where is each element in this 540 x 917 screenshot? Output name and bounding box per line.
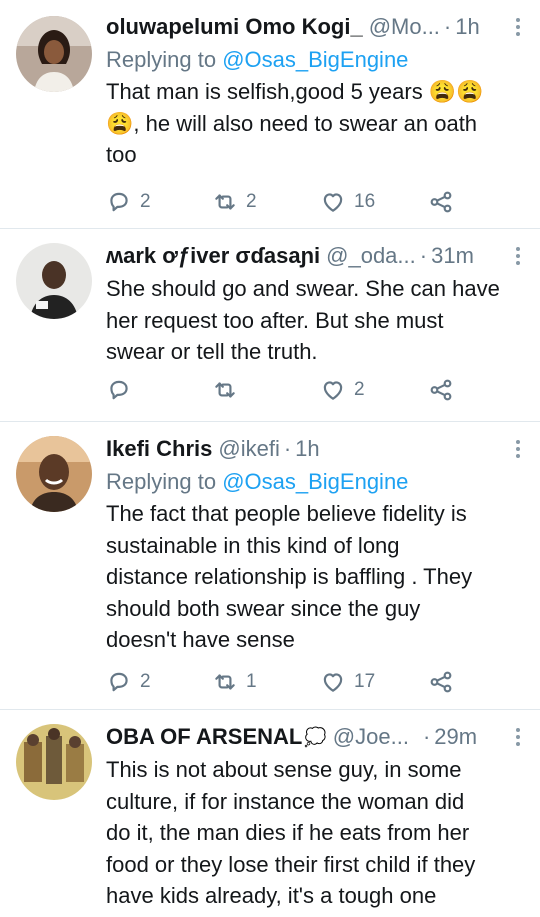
share-icon <box>428 377 454 403</box>
heart-icon <box>320 377 346 403</box>
avatar[interactable] <box>16 243 92 319</box>
retweet-icon <box>212 669 238 695</box>
share-button[interactable] <box>428 377 454 403</box>
avatar[interactable] <box>16 436 92 512</box>
like-count: 17 <box>354 671 376 692</box>
tweet-text-line: do it, the man dies if he eats from her <box>106 820 470 845</box>
tweet-text: She should go and swear. She can have he… <box>106 273 526 368</box>
like-button[interactable]: 2 <box>320 377 365 403</box>
like-count: 16 <box>354 191 376 212</box>
tweet[interactable]: oluwapelumi Omo Kogi_ @Mo... · 1h Replyi… <box>0 0 540 228</box>
reply-button[interactable]: 2 <box>106 669 151 695</box>
retweet-count: 1 <box>246 671 257 692</box>
replying-prefix: Replying to <box>106 47 217 72</box>
username[interactable]: @_oda... <box>326 243 416 269</box>
username[interactable]: @ikefi <box>218 436 279 462</box>
separator: · <box>419 243 428 268</box>
tweet-text-line: 😩, he will also need to swear an oath <box>106 110 478 136</box>
display-name[interactable]: oluwapelumi Omo Kogi_ <box>106 14 363 40</box>
share-icon <box>428 189 454 215</box>
replying-to: Replying to @Osas_BigEngine <box>106 44 526 76</box>
tweet[interactable]: Ikefi Chris @ikefi · 1h Replying to @Osa… <box>0 422 540 709</box>
like-count: 2 <box>354 379 365 400</box>
like-button[interactable]: 17 <box>320 669 375 695</box>
tweet-text-line: That man is selfish,good 5 years 😩😩 <box>106 79 484 104</box>
retweet-button[interactable]: 1 <box>212 669 257 695</box>
retweet-button[interactable] <box>212 377 246 403</box>
tweet-actions: 2 <box>106 375 526 405</box>
reply-count: 2 <box>140 671 151 692</box>
replying-prefix: Replying to <box>106 469 217 494</box>
tweet-text: The fact that people believe fidelity is… <box>106 498 526 656</box>
tweet-text-line: The fact that people believe fidelity is <box>106 501 467 526</box>
separator: · <box>283 436 292 461</box>
reply-count: 2 <box>140 191 151 212</box>
separator: · <box>422 724 431 749</box>
timestamp[interactable]: 31m <box>431 243 474 269</box>
tweet-text-line: She should go and swear. She can have <box>106 276 500 301</box>
reply-button[interactable] <box>106 377 140 403</box>
tweet-actions: 2 2 16 <box>106 187 526 217</box>
display-name[interactable]: OBA OF ARSENAL <box>106 724 302 750</box>
avatar[interactable] <box>16 16 92 92</box>
display-name[interactable]: ʍark ơƒiver σɗasaɲi <box>106 243 320 269</box>
like-button[interactable]: 16 <box>320 189 375 215</box>
share-button[interactable] <box>428 669 454 695</box>
reply-button[interactable]: 2 <box>106 189 151 215</box>
share-icon <box>428 669 454 695</box>
tweet-header: Ikefi Chris @ikefi · 1h <box>106 432 526 466</box>
reply-icon <box>106 377 132 403</box>
display-name[interactable]: Ikefi Chris <box>106 436 212 462</box>
replying-to: Replying to @Osas_BigEngine <box>106 466 526 498</box>
tweet-text-line: her request too after. But she must <box>106 307 444 333</box>
tweet-text: This is not about sense guy, in some cul… <box>106 754 526 912</box>
tweet-text-line: This is not about sense guy, in some <box>106 757 462 782</box>
username[interactable]: @Mo... <box>369 14 440 40</box>
username[interactable]: @Joe... <box>333 724 409 750</box>
retweet-button[interactable]: 2 <box>212 189 257 215</box>
timestamp[interactable]: 1h <box>455 14 479 40</box>
tweet-text-line: swear or tell the truth. <box>106 339 318 364</box>
share-button[interactable] <box>428 189 454 215</box>
retweet-icon <box>212 189 238 215</box>
heart-icon <box>320 189 346 215</box>
more-options-icon[interactable] <box>510 720 526 754</box>
more-options-icon[interactable] <box>510 239 526 273</box>
heart-icon <box>320 669 346 695</box>
tweet-text-line: should both swear since the guy <box>106 595 421 621</box>
tweet-text-line: too <box>106 142 137 167</box>
separator: · <box>443 14 452 39</box>
tweet-header: oluwapelumi Omo Kogi_ @Mo... · 1h <box>106 10 526 44</box>
tweet[interactable]: OBA OF ARSENAL 💭 @Joe... · 29m This is n… <box>0 710 540 917</box>
name-emoji: 💭 <box>304 726 327 747</box>
tweet-text-line: distance relationship is baffling . They <box>106 564 473 589</box>
avatar[interactable] <box>16 724 92 800</box>
reply-icon <box>106 669 132 695</box>
tweet-text-line: sustainable in this kind of long <box>106 532 400 558</box>
tweet-text-line: doesn't have sense <box>106 627 295 652</box>
reply-icon <box>106 189 132 215</box>
tweet-text-line: food or they lose their first child if t… <box>106 851 476 877</box>
retweet-icon <box>212 377 238 403</box>
retweet-count: 2 <box>246 191 257 212</box>
tweet-text-line: culture, if for instance the woman did <box>106 788 465 814</box>
tweet[interactable]: ʍark ơƒiver σɗasaɲi @_oda... · 31m She s… <box>0 229 540 421</box>
tweet-actions: 2 1 17 <box>106 667 526 697</box>
mention-link[interactable]: @Osas_BigEngine <box>222 469 408 494</box>
timestamp[interactable]: 1h <box>295 436 319 462</box>
tweet-text: That man is selfish,good 5 years 😩😩 😩, h… <box>106 76 526 171</box>
tweet-header: ʍark ơƒiver σɗasaɲi @_oda... · 31m <box>106 239 526 273</box>
tweet-text-line: have kids already, it's a tough one <box>106 883 437 908</box>
more-options-icon[interactable] <box>510 10 526 44</box>
timestamp[interactable]: 29m <box>434 724 477 750</box>
more-options-icon[interactable] <box>510 432 526 466</box>
tweet-header: OBA OF ARSENAL 💭 @Joe... · 29m <box>106 720 526 754</box>
mention-link[interactable]: @Osas_BigEngine <box>222 47 408 72</box>
